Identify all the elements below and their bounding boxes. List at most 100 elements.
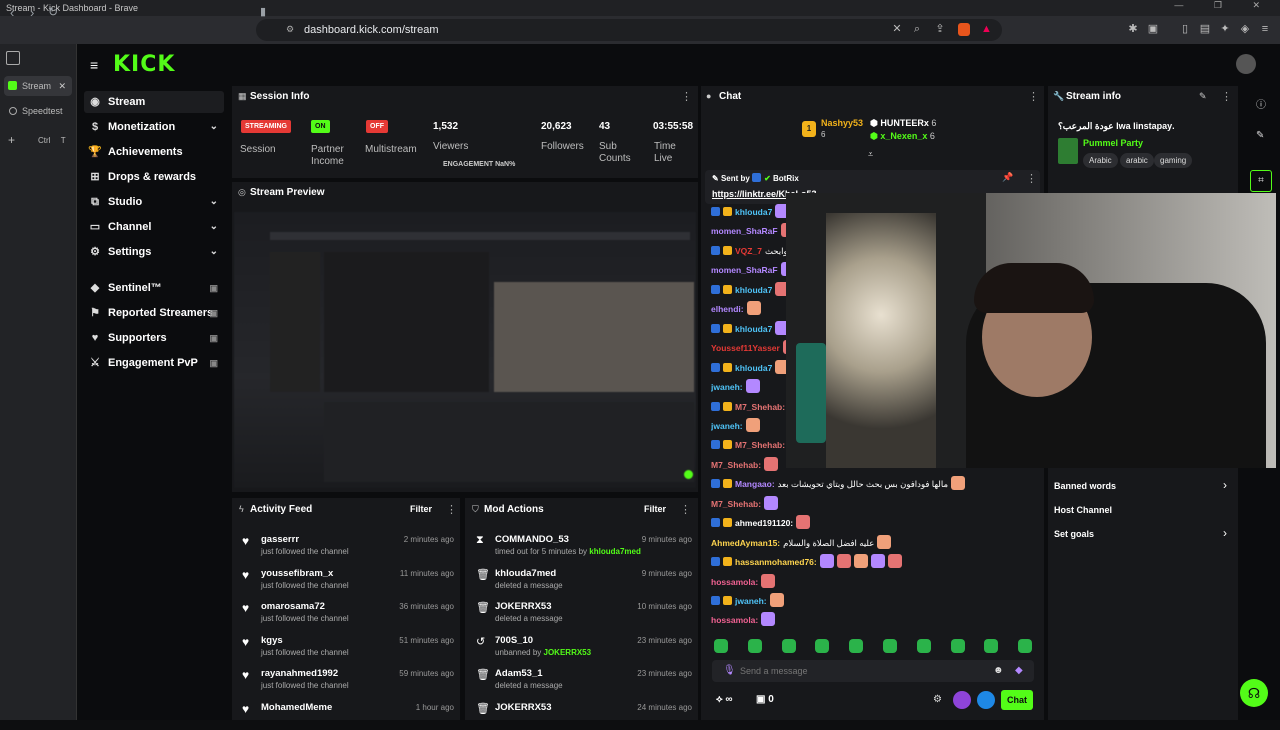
activity-filter-button[interactable]: Filter [410, 504, 432, 514]
sidebar-item-settings[interactable]: ⚙ Settings ⌄ [84, 241, 224, 263]
chat-username[interactable]: ahmed191120: [735, 518, 793, 528]
emote-icon[interactable] [883, 639, 897, 653]
chat-message[interactable]: hossamola: [711, 573, 1041, 592]
activity-user[interactable]: rayanahmed1992 [261, 668, 338, 679]
chat-message[interactable]: hossamola: [711, 611, 1041, 630]
sidebar-item-channel[interactable]: ▭ Channel ⌄ [84, 216, 224, 238]
sidebar-item-pvp[interactable]: ⚔ Engagement PvP ▣ [84, 352, 224, 374]
chat-username[interactable]: khlouda7 [735, 363, 772, 373]
info-icon[interactable]: ⓘ [1256, 96, 1266, 111]
mod-row[interactable]: 🗑 JOKERRX53 24 minutes ago [472, 700, 692, 730]
mute-icon[interactable]: ✕ [890, 22, 904, 36]
chat-username[interactable]: khlouda7 [735, 285, 772, 295]
chat-username[interactable]: M7_Shehab: [735, 402, 785, 412]
chevron-right-icon[interactable]: › [1223, 478, 1227, 492]
sidebar-item-drops[interactable]: ⊞ Drops & rewards [84, 166, 224, 188]
pencil-icon[interactable]: ✎ [1256, 130, 1264, 141]
edit-icon[interactable]: ✎ [1199, 91, 1207, 102]
webcam-video[interactable] [786, 193, 1276, 468]
tab-stream[interactable]: Stream ✕ [4, 76, 72, 96]
more-icon[interactable]: ⋮ [1026, 172, 1037, 185]
back-icon[interactable]: ‹ [10, 5, 14, 20]
wallet-icon[interactable]: ▣ [1146, 22, 1160, 36]
sidebar-item-stream[interactable]: ◉ Stream [84, 91, 224, 113]
expand-icon[interactable]: ⩡ [868, 149, 873, 160]
window-controls[interactable]: — ❐ ✕ [1174, 0, 1274, 11]
chat-username[interactable]: hassanmohamed76: [735, 557, 817, 567]
chat-username[interactable]: momen_ShaRaF [711, 265, 778, 275]
7tv-icon[interactable] [953, 691, 971, 709]
more-icon[interactable]: ⋮ [446, 503, 457, 516]
category-name[interactable]: Pummel Party [1083, 138, 1143, 148]
leader-name[interactable]: ⬢ HUNTEERx 6 [870, 118, 936, 129]
leo-icon[interactable]: ✦ [1218, 22, 1232, 36]
chat-username[interactable]: hossamola: [711, 577, 758, 587]
activity-row[interactable]: ♥ MohamedMeme 1 hour ago [238, 700, 454, 730]
mod-target-user[interactable]: COMMANDO_53 [495, 534, 569, 545]
chat-username[interactable]: AhmedAyman15: [711, 538, 780, 548]
emote-icon[interactable] [781, 639, 796, 653]
tab-speedtest[interactable]: Speedtest [4, 101, 72, 121]
more-icon[interactable]: ⋮ [681, 90, 692, 103]
chat-message[interactable]: Mangaao: مالها فودافون بس بحث حالل وبتاي … [711, 475, 1041, 494]
sidebar-item-achievements[interactable]: 🏆 Achievements [84, 141, 224, 163]
activity-user[interactable]: omarosama72 [261, 601, 325, 612]
leader-name[interactable]: Nashyy53 [821, 118, 863, 128]
chat-username[interactable]: jwaneh: [711, 421, 743, 431]
quick-link-set-goals[interactable]: Set goals [1054, 529, 1094, 539]
activity-user[interactable]: gasserrr [261, 534, 299, 545]
activity-row[interactable]: ♥ rayanahmed1992 just followed the channel… [238, 666, 454, 696]
sidebar-item-reported[interactable]: ⚑ Reported Streamers ▣ [84, 302, 224, 324]
wallet2-icon[interactable]: ▤ [1198, 22, 1212, 36]
sidebar-item-sentinel[interactable]: ◆ Sentinel™ ▣ [84, 277, 224, 299]
chat-message[interactable]: M7_Shehab: [711, 495, 1041, 514]
chat-username[interactable]: M7_Shehab: [735, 440, 785, 450]
more-icon[interactable]: ⋮ [1028, 90, 1039, 103]
new-tab-icon[interactable]: + [8, 133, 15, 147]
zoom-icon[interactable]: ⌕ [910, 22, 924, 36]
mod-filter-button[interactable]: Filter [644, 504, 666, 514]
tab-panel-icon[interactable] [6, 51, 20, 65]
chat-username[interactable]: VQZ_7 [735, 246, 762, 256]
emote-icon[interactable] [714, 639, 728, 653]
chevron-right-icon[interactable]: › [1223, 526, 1227, 540]
bttv-icon[interactable] [977, 691, 995, 709]
leader-name[interactable]: ⬢ x_Nexen_x 6 [870, 131, 935, 142]
stream-preview-video[interactable] [234, 212, 696, 488]
emote-icon[interactable] [916, 639, 931, 653]
activity-user[interactable]: kgys [261, 635, 283, 646]
activity-user[interactable]: MohamedMeme [261, 702, 332, 713]
chat-username[interactable]: jwaneh: [711, 382, 743, 392]
mod-row[interactable]: 🗑 JOKERRX53 deleted a message 10 minutes ag… [472, 599, 692, 629]
mod-target-user[interactable]: JOKERRX53 [495, 702, 552, 713]
category-thumbnail[interactable] [1058, 138, 1078, 164]
menu-icon[interactable]: ≡ [1258, 22, 1272, 36]
chat-username[interactable]: khlouda7 [735, 324, 772, 334]
sidebar-toggle-icon[interactable]: ▯ [1178, 22, 1192, 36]
mod-row[interactable]: ⧗ COMMANDO_53 timed out for 5 minutes by k… [472, 532, 692, 562]
chat-username[interactable]: Youssef11Yasser [711, 343, 780, 353]
reload-icon[interactable]: ↻ [48, 5, 58, 19]
extensions-icon[interactable]: ✱ [1126, 22, 1140, 36]
kick-logo[interactable]: KICK [113, 52, 175, 77]
quick-link-host-channel[interactable]: Host Channel [1054, 505, 1112, 515]
activity-user[interactable]: youssefibram_x [261, 568, 333, 579]
mod-target-user[interactable]: JOKERRX53 [495, 601, 552, 612]
site-info-icon[interactable]: ⚙ [286, 24, 294, 35]
emote-icon[interactable] [1018, 639, 1033, 653]
mod-target-user[interactable]: Adam53_1 [495, 668, 543, 679]
chat-username[interactable]: elhendi: [711, 304, 744, 314]
mod-row[interactable]: ↺ 700S_10 unbanned by JOKERRX53 23 minutes … [472, 633, 692, 663]
crop-icon[interactable]: ⌗ [1250, 170, 1272, 192]
chat-username[interactable]: hossamola: [711, 615, 758, 625]
mod-row[interactable]: 🗑 Adam53_1 deleted a message 23 minutes ago [472, 666, 692, 696]
chat-username[interactable]: khlouda7 [735, 207, 772, 217]
mod-by-user[interactable]: JOKERRX53 [544, 648, 592, 657]
more-icon[interactable]: ⋮ [1221, 90, 1232, 103]
share-icon[interactable]: ⇪ [933, 22, 947, 36]
chat-username[interactable]: momen_ShaRaF [711, 226, 778, 236]
chat-message[interactable]: jwaneh: [711, 592, 1041, 611]
tag[interactable]: Arabic [1083, 153, 1118, 168]
mod-target-user[interactable]: khlouda7med [495, 568, 556, 579]
forward-icon[interactable]: › [30, 5, 34, 20]
